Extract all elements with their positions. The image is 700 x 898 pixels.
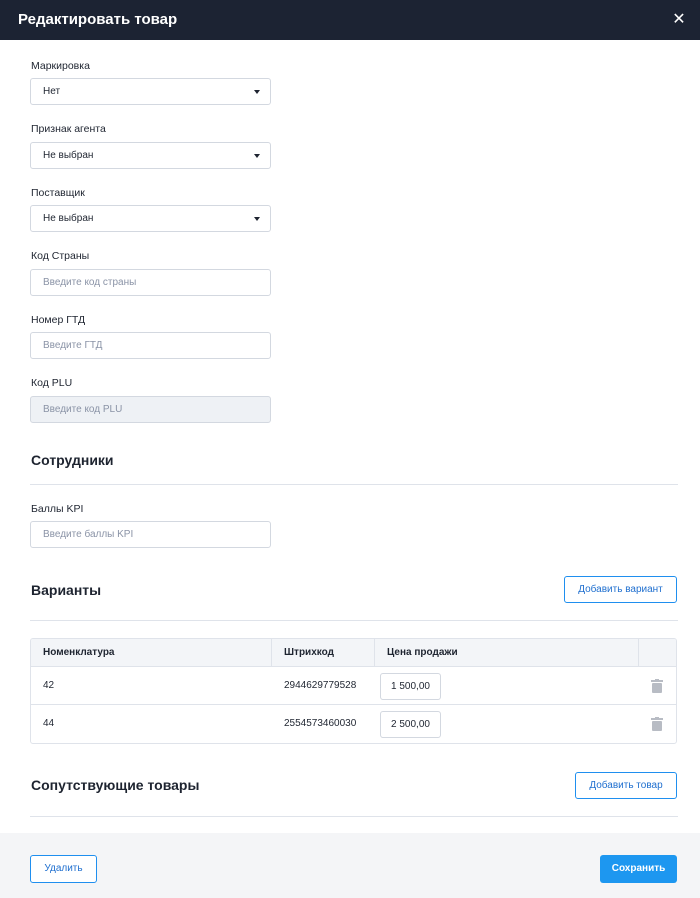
column-header-price: Цена продажи	[375, 639, 639, 667]
country-code-label: Код Страны	[31, 250, 90, 262]
add-product-button[interactable]: Добавить товар	[575, 772, 677, 799]
close-icon[interactable]: ✕	[668, 9, 690, 31]
dialog-header: Редактировать товар ✕	[0, 0, 700, 40]
row-barcode: 2554573460030	[284, 718, 357, 729]
dialog-title: Редактировать товар	[18, 11, 178, 28]
marking-value: Нет	[43, 86, 61, 97]
row-barcode: 2944629779528	[284, 680, 357, 691]
employees-divider	[30, 484, 678, 485]
plu-code-input	[30, 396, 271, 423]
column-header-actions	[639, 639, 676, 667]
trash-icon[interactable]	[651, 717, 663, 731]
gtd-number-input[interactable]	[30, 332, 271, 359]
agent-sign-label: Признак агента	[31, 123, 106, 135]
supplier-label: Поставщик	[31, 187, 85, 199]
variants-divider	[30, 620, 678, 621]
supplier-select[interactable]: Не выбран	[30, 205, 271, 232]
row-nomenclature: 42	[43, 680, 55, 691]
agent-sign-select[interactable]: Не выбран	[30, 142, 271, 169]
save-button[interactable]: Сохранить	[600, 855, 677, 883]
chevron-down-icon	[254, 217, 260, 221]
gtd-number-label: Номер ГТД	[31, 314, 86, 326]
row-nomenclature: 44	[43, 718, 55, 729]
column-divider	[271, 639, 272, 667]
trash-icon[interactable]	[651, 679, 663, 693]
employees-section-title: Сотрудники	[31, 452, 114, 468]
column-divider	[638, 639, 639, 667]
kpi-input[interactable]	[30, 521, 271, 548]
related-divider	[30, 816, 678, 817]
variants-table: Номенклатура Штрихкод Цена продажи 42 29…	[30, 638, 677, 744]
table-row: 42 2944629779528	[31, 667, 676, 705]
chevron-down-icon	[254, 154, 260, 158]
marking-label: Маркировка	[31, 60, 90, 72]
column-divider	[374, 639, 375, 667]
chevron-down-icon	[254, 90, 260, 94]
agent-sign-value: Не выбран	[43, 150, 94, 161]
add-variant-button[interactable]: Добавить вариант	[564, 576, 677, 603]
related-section-title: Сопутствующие товары	[31, 777, 200, 793]
delete-button[interactable]: Удалить	[30, 855, 97, 883]
variants-section-title: Варианты	[31, 582, 102, 598]
row-price-input[interactable]	[380, 711, 441, 738]
column-header-barcode: Штрихкод	[272, 639, 375, 667]
plu-code-label: Код PLU	[31, 377, 73, 389]
row-price-input[interactable]	[380, 673, 441, 700]
kpi-label: Баллы KPI	[31, 503, 84, 515]
marking-select[interactable]: Нет	[30, 78, 271, 105]
country-code-input[interactable]	[30, 269, 271, 296]
supplier-value: Не выбран	[43, 213, 94, 224]
dialog-body[interactable]: Маркировка Нет Признак агента Не выбран …	[0, 40, 700, 833]
table-row: 44 2554573460030	[31, 705, 676, 743]
dialog-footer: Удалить Сохранить	[0, 833, 700, 898]
column-header-nomenclature: Номенклатура	[31, 639, 272, 667]
